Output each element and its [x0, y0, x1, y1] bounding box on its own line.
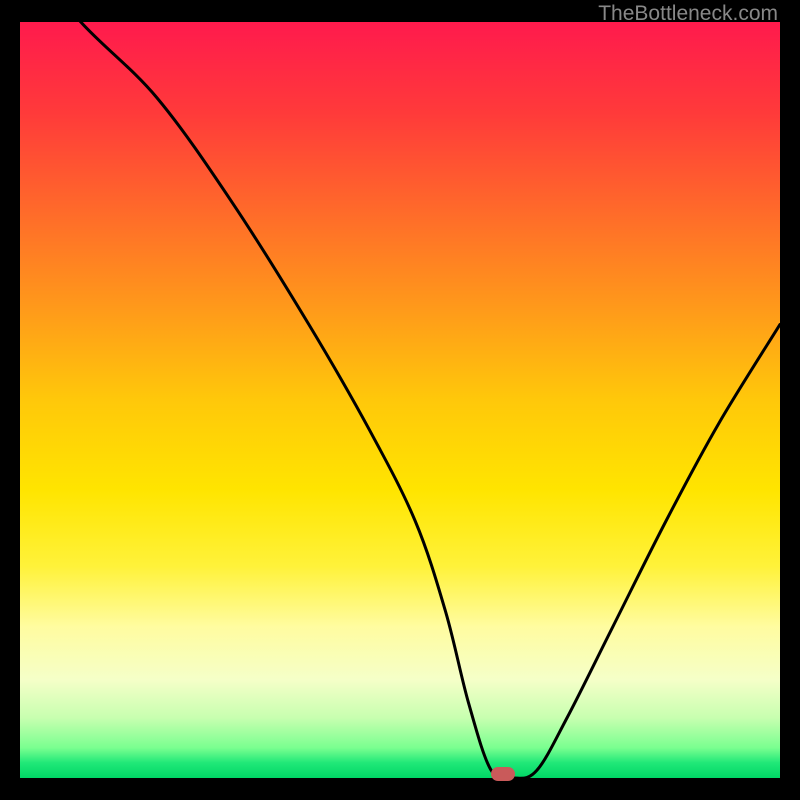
- plot-area: [20, 22, 780, 778]
- optimal-marker: [491, 767, 515, 781]
- curve-svg: [20, 22, 780, 778]
- bottleneck-curve: [20, 22, 780, 778]
- chart-container: TheBottleneck.com: [0, 0, 800, 800]
